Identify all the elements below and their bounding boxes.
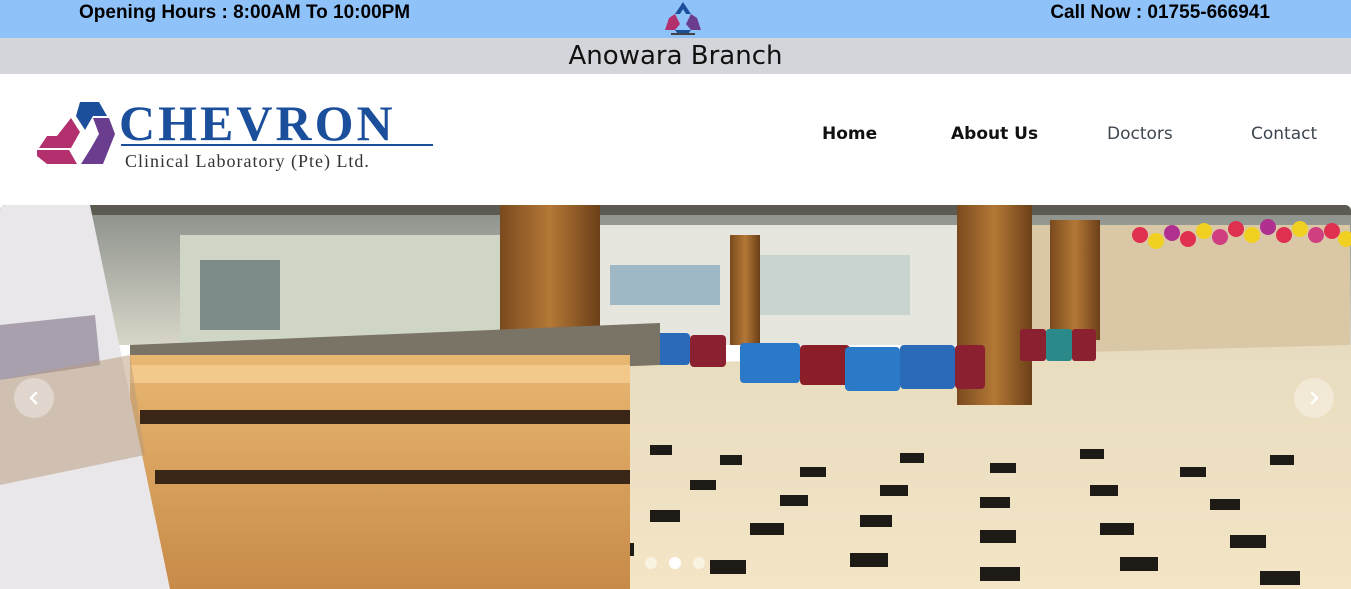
call-now-text[interactable]: Call Now : 01755-666941: [1050, 2, 1270, 24]
logo-brand-text: CHEVRON: [119, 96, 396, 151]
chevron-left-icon: [29, 391, 38, 405]
chevron-right-icon: [1310, 391, 1319, 405]
hero-carousel: [0, 205, 1351, 589]
carousel-indicator-3[interactable]: [693, 557, 705, 569]
chevron-mini-logo: [665, 2, 701, 35]
branch-name: Anowara Branch: [568, 41, 783, 71]
chevron-logo[interactable]: CHEVRON Clinical Laboratory (Pte) Ltd.: [35, 96, 435, 176]
carousel-indicator-2-active[interactable]: [669, 557, 681, 569]
logo-subtitle-text: Clinical Laboratory (Pte) Ltd.: [125, 151, 370, 172]
nav-about-us[interactable]: About Us: [951, 124, 1038, 144]
opening-hours-text: Opening Hours : 8:00AM To 10:00PM: [79, 2, 411, 23]
top-info-bar: Opening Hours : 8:00AM To 10:00PM Call N…: [0, 0, 1351, 38]
branch-banner: Anowara Branch: [0, 38, 1351, 74]
carousel-indicator-1[interactable]: [645, 557, 657, 569]
carousel-next-button[interactable]: [1294, 378, 1334, 418]
main-navbar: CHEVRON Clinical Laboratory (Pte) Ltd. H…: [0, 74, 1351, 205]
carousel-prev-button[interactable]: [14, 378, 54, 418]
nav-home[interactable]: Home: [822, 124, 877, 144]
carousel-indicators: [643, 557, 713, 571]
nav-contact[interactable]: Contact: [1251, 124, 1317, 144]
nav-doctors[interactable]: Doctors: [1107, 124, 1173, 144]
clinic-lobby-image: [0, 205, 1351, 589]
